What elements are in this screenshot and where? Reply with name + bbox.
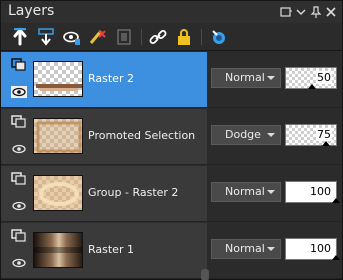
options-icon[interactable] <box>279 5 293 19</box>
opacity-pointer[interactable] <box>308 84 316 89</box>
opacity-pointer[interactable] <box>332 198 340 203</box>
visibility-eye-icon[interactable] <box>11 200 27 212</box>
palette-icon[interactable] <box>208 26 230 48</box>
blend-mode-value: Dodge <box>225 128 261 141</box>
layer-name: Raster 1 <box>88 243 134 256</box>
layer-row[interactable]: Raster 2 <box>1 52 207 108</box>
panel-title: Layers <box>8 3 55 19</box>
layer-name: Promoted Selection <box>88 129 196 142</box>
visibility-toggle-icon[interactable] <box>61 26 83 48</box>
lock-icon[interactable] <box>173 26 195 48</box>
visibility-eye-icon[interactable] <box>11 143 27 155</box>
layer-name: Raster 2 <box>88 72 134 85</box>
visibility-eye-icon[interactable] <box>11 86 27 98</box>
layers-panel: Layers Raster 2 Normal 50 Promoted Selec… <box>0 0 343 280</box>
chevron-down-icon[interactable] <box>294 5 308 19</box>
pin-icon[interactable] <box>309 5 323 19</box>
layer-thumbnail <box>33 232 83 268</box>
layer-properties: Normal 100 <box>207 166 342 222</box>
layer-row[interactable]: Promoted Selection <box>1 109 207 165</box>
mask-icon[interactable] <box>113 26 135 48</box>
toolbar-divider <box>141 29 142 45</box>
opacity-value: 50 <box>316 71 332 84</box>
opacity-slider[interactable]: 50 <box>285 67 337 89</box>
layers-list: Raster 2 Normal 50 Promoted Selection Do… <box>1 52 342 280</box>
layer-properties: Normal 50 <box>207 52 342 108</box>
raster-layer-icon[interactable] <box>11 58 27 72</box>
delete-layer-icon[interactable] <box>87 26 109 48</box>
layers-toolbar <box>1 23 342 51</box>
blend-mode-value: Normal <box>225 242 265 255</box>
layer-name: Group - Raster 2 <box>88 186 179 199</box>
layer-thumbnail <box>33 175 83 211</box>
layer-thumbnail <box>33 61 83 97</box>
raster-layer-icon[interactable] <box>11 115 27 129</box>
opacity-pointer[interactable] <box>332 255 340 260</box>
raster-layer-icon[interactable] <box>11 229 27 243</box>
layer-controls <box>11 115 29 163</box>
layer-controls <box>11 229 29 277</box>
opacity-slider[interactable]: 100 <box>285 181 340 203</box>
blend-mode-dropdown[interactable]: Normal <box>211 68 281 88</box>
layer-properties: Dodge 75 <box>207 109 342 165</box>
group-layer-icon[interactable] <box>11 172 27 186</box>
panel-titlebar[interactable]: Layers <box>1 1 342 23</box>
opacity-pointer[interactable] <box>322 141 330 146</box>
blend-mode-value: Normal <box>225 71 265 84</box>
opacity-value: 75 <box>316 128 332 141</box>
new-raster-layer-icon[interactable] <box>9 26 31 48</box>
blend-mode-value: Normal <box>225 185 265 198</box>
toolbar-divider <box>201 29 202 45</box>
layer-row[interactable]: Group - Raster 2 <box>1 166 207 222</box>
chevron-down-icon <box>267 133 275 137</box>
layer-row[interactable]: Raster 1 <box>1 223 207 279</box>
opacity-slider[interactable]: 75 <box>285 124 337 146</box>
blend-mode-dropdown[interactable]: Normal <box>211 182 281 202</box>
link-icon[interactable] <box>147 26 169 48</box>
layer-controls <box>11 172 29 220</box>
opacity-value: 100 <box>309 242 332 255</box>
opacity-value: 100 <box>309 185 332 198</box>
merge-down-icon[interactable] <box>35 26 57 48</box>
layer-thumbnail <box>33 118 83 154</box>
scrollbar[interactable] <box>201 269 209 280</box>
chevron-down-icon <box>267 247 275 251</box>
layer-properties: Normal 100 <box>207 223 342 279</box>
blend-mode-dropdown[interactable]: Dodge <box>211 125 281 145</box>
chevron-down-icon <box>267 76 275 80</box>
chevron-down-icon <box>267 190 275 194</box>
layer-controls <box>11 58 29 106</box>
close-icon[interactable] <box>324 5 338 19</box>
blend-mode-dropdown[interactable]: Normal <box>211 239 281 259</box>
opacity-slider[interactable]: 100 <box>285 238 340 260</box>
visibility-eye-icon[interactable] <box>11 257 27 269</box>
